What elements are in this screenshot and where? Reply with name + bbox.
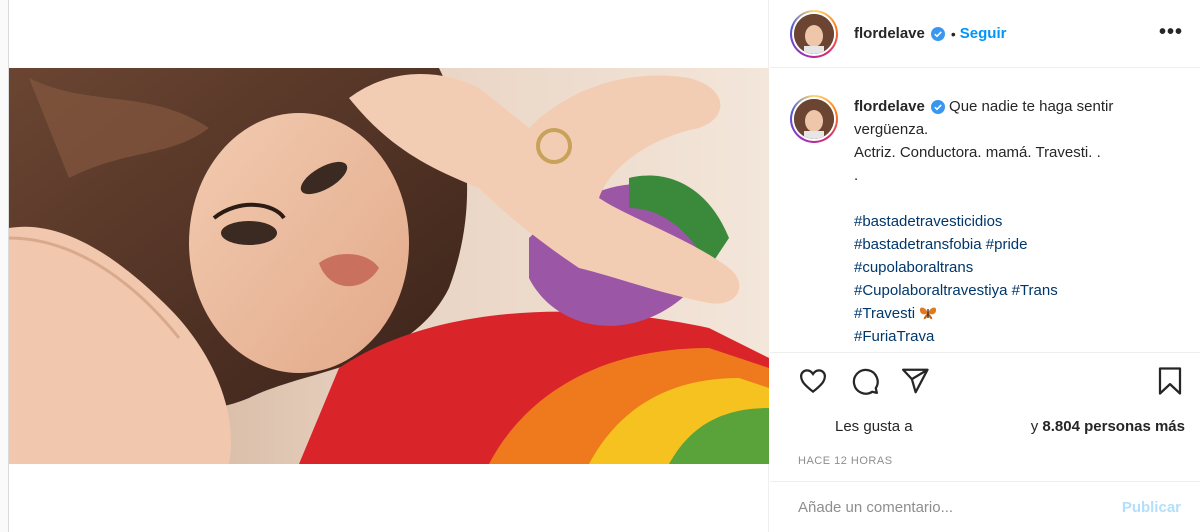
hashtag-link[interactable]: #Travesti [854,305,915,322]
comment-box: Publicar [770,481,1200,532]
caption-username[interactable]: flordelave [854,98,925,115]
post-photo[interactable] [9,68,769,464]
avatar-image [794,13,834,54]
separator-dot: • [950,25,956,42]
bookmark-icon[interactable] [1156,366,1184,401]
likes-count-wrapper: y 8.804 personas más [1031,418,1185,435]
avatar-border [792,11,836,56]
hashtag-link[interactable]: #Cupolaboraltravestiya [854,282,1007,299]
caption-text: flordelave Que nadie te haga sentir verg… [854,95,1181,348]
post-timestamp[interactable]: HACE 12 HORAS [798,455,893,467]
heart-icon[interactable] [798,366,828,401]
likes-prefix: Les gusta a [835,418,913,435]
instagram-post: flordelave • Seguir ••• flordelave Que n… [8,0,1200,532]
caption-section: flordelave Que nadie te haga sentir verg… [770,69,1200,353]
hashtag-link[interactable]: #bastadetransfobia [854,236,982,253]
avatar[interactable] [790,9,838,58]
hashtag-link[interactable]: #cupolaboraltrans [854,259,973,276]
post-author-username[interactable]: flordelave [854,25,925,42]
hashtag-link[interactable]: #pride [986,236,1028,253]
butterfly-icon [919,305,937,322]
likes-count[interactable]: 8.804 personas más [1042,418,1185,435]
post-side-panel: flordelave • Seguir ••• flordelave Que n… [770,0,1200,532]
hashtag-link[interactable]: #bastadetravesticidios [854,213,1002,230]
comment-icon[interactable] [850,366,880,401]
hashtag-link[interactable]: #FuriaTrava [854,328,934,345]
verified-badge-icon [930,26,945,41]
publish-button[interactable]: Publicar [1122,499,1181,516]
caption-avatar[interactable] [790,95,838,143]
post-media-area [9,0,769,532]
caption-line-2: Actriz. Conductora. mamá. Travesti. . [854,144,1101,161]
hashtag-link[interactable]: #Trans [1012,282,1058,299]
verified-badge-icon [930,100,945,115]
caption-row: flordelave Que nadie te haga sentir verg… [790,95,1181,348]
follow-button[interactable]: Seguir [960,25,1007,42]
action-bar [770,366,1200,406]
portrait-illustration [9,68,769,464]
caption-avatar-image [794,99,834,139]
share-icon[interactable] [900,366,930,401]
likes-and: y [1030,418,1043,435]
comment-input[interactable] [798,498,1122,516]
caption-avatar-border [792,97,836,141]
caption-line-3: . [854,167,859,184]
post-header: flordelave • Seguir ••• [770,0,1200,68]
more-options-icon[interactable]: ••• [1159,22,1183,42]
